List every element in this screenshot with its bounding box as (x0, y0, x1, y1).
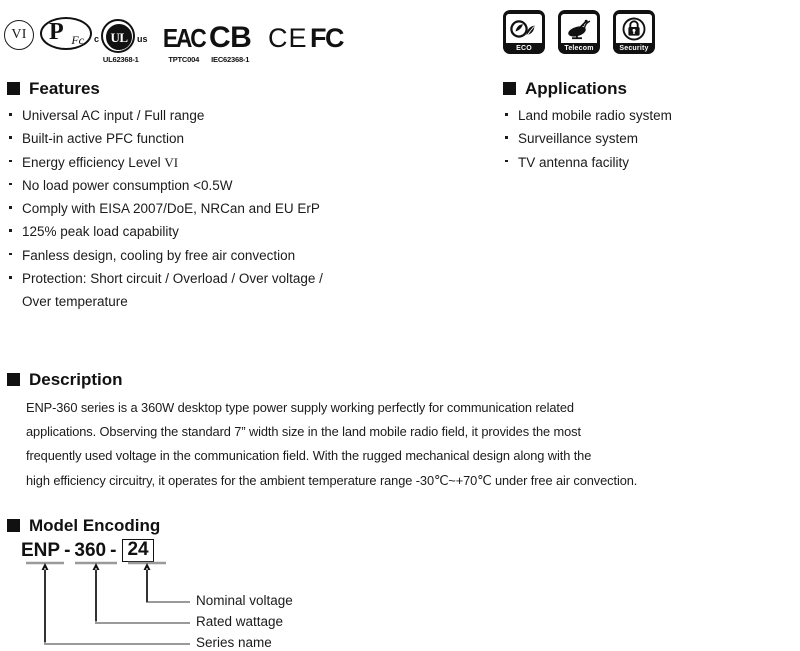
description-line: high efficiency circuitry, it operates f… (26, 472, 638, 488)
feature-text: Over temperature (22, 294, 128, 310)
satellite-dish-icon (568, 19, 591, 39)
leader-nominal-voltage (146, 568, 190, 603)
ul-letters: UL (110, 29, 128, 45)
description-line: applications. Observing the standard 7” … (26, 424, 581, 440)
leader-rated-wattage (95, 568, 190, 624)
list-item: No load power consumption <0.5W (7, 174, 323, 197)
level-vi-text: VI (11, 27, 27, 42)
description-line: frequently used voltage in the communica… (26, 448, 592, 464)
feature-text: Protection: Short circuit / Overload / O… (22, 271, 323, 287)
cert-cb: CB IEC62368-1 (209, 21, 252, 64)
list-item: Universal AC input / Full range (7, 104, 323, 127)
cert-cul-us: c UL us UL62368-1 (92, 19, 150, 64)
leader-series-name (44, 568, 190, 645)
feature-text: Comply with EISA 2007/DoE, NRCan and EU … (22, 201, 320, 217)
list-item: Land mobile radio system (503, 104, 672, 127)
badge-eco-label: ECO (516, 45, 532, 52)
leader-tails (44, 570, 148, 642)
description-body: ENP-360 series is a 360W desktop type po… (26, 396, 792, 493)
pfc-p-glyph: P (49, 19, 64, 45)
badge-security-label: Security (619, 45, 649, 52)
description-bullet-square-icon (7, 373, 20, 386)
leader-polylines (44, 568, 190, 645)
pfc-fc-glyph: Fc (71, 33, 84, 47)
applications-bullet-square-icon (503, 82, 516, 95)
ul-standard-caption: UL62368-1 (102, 55, 139, 64)
feature-text: No load power consumption <0.5W (22, 177, 233, 193)
application-text: TV antenna facility (518, 154, 630, 170)
ul-suffix: us (137, 34, 148, 44)
cert-eac: EAC TPTC004 (160, 23, 207, 64)
features-bullet-square-icon (7, 82, 20, 95)
model-encoding-leader-lines (26, 561, 190, 645)
ul-inner-disc: UL (106, 24, 133, 50)
badge-security-body (616, 14, 652, 43)
list-item: Fanless design, cooling by free air conv… (7, 244, 323, 267)
feature-text: Built-in active PFC function (22, 131, 185, 147)
description-title: Description (29, 370, 123, 389)
badge-telecom: Telecom (558, 10, 600, 54)
features-heading: Features (7, 80, 100, 97)
badge-security: Security (613, 10, 655, 54)
ul-prefix: c (94, 34, 100, 44)
level-vi-icon: VI (4, 20, 34, 50)
applications-heading: Applications (503, 80, 627, 97)
badge-eco-body (506, 14, 542, 43)
lock-icon (622, 17, 646, 40)
cb-icon: CB (209, 21, 252, 54)
cb-standard-caption: IEC62368-1 (211, 55, 250, 64)
legend-nominal-voltage: Nominal voltage (196, 593, 293, 608)
cert-ce: CE (268, 24, 308, 52)
list-item: Built-in active PFC function (7, 127, 323, 150)
features-list: Universal AC input / Full range Built-in… (7, 104, 323, 314)
cert-pfc: P Fc (40, 17, 92, 50)
ce-icon: CE (268, 23, 308, 53)
eac-icon: EAC (162, 23, 207, 53)
application-text: Surveillance system (518, 131, 639, 147)
cert-fcc: FC (310, 23, 345, 53)
list-item: Comply with EISA 2007/DoE, NRCan and EU … (7, 197, 323, 220)
list-item: TV antenna facility (503, 151, 672, 174)
feature-text: Energy efficiency Level (22, 154, 165, 170)
legend-series-name: Series name (196, 635, 272, 650)
feature-text: Universal AC input / Full range (22, 108, 205, 123)
feature-level-vi-glyph: VI (164, 154, 179, 170)
cert-level-vi: VI (4, 20, 34, 50)
model-encoding-diagram: ENP - 360 - 24 Nominal voltage Rated wat… (0, 513, 420, 651)
feature-text: 125% peak load capability (22, 224, 179, 240)
ul-circle-icon: UL (101, 19, 136, 53)
description-heading: Description (7, 371, 123, 388)
badge-eco: ECO (503, 10, 545, 54)
application-badge-strip: ECO Telecom Security (503, 10, 655, 54)
description-line: ENP-360 series is a 360W desktop type po… (26, 400, 574, 415)
fcc-icon: FC (310, 23, 345, 53)
feature-text: Fanless design, cooling by free air conv… (22, 247, 296, 263)
list-item: Surveillance system (503, 127, 672, 150)
application-text: Land mobile radio system (518, 108, 672, 123)
cul-us-icon: c UL us (92, 19, 150, 53)
list-item: Energy efficiency Level VI (7, 151, 323, 174)
list-item: Protection: Short circuit / Overload / O… (7, 267, 323, 290)
badge-telecom-body (561, 14, 597, 43)
pfc-icon: P Fc (40, 17, 92, 50)
legend-rated-wattage: Rated wattage (196, 614, 284, 629)
features-title: Features (29, 79, 100, 98)
certification-logo-strip: VI P Fc c UL us UL62368-1 EAC TPTC004 CB… (0, 0, 480, 72)
list-item-continuation: Over temperature (7, 290, 323, 313)
badge-telecom-label: Telecom (564, 45, 594, 52)
applications-list: Land mobile radio system Surveillance sy… (503, 104, 672, 174)
list-item: 125% peak load capability (7, 220, 323, 243)
applications-title: Applications (525, 79, 628, 98)
eac-standard-caption: TPTC004 (168, 55, 200, 64)
leaf-icon (510, 19, 535, 38)
